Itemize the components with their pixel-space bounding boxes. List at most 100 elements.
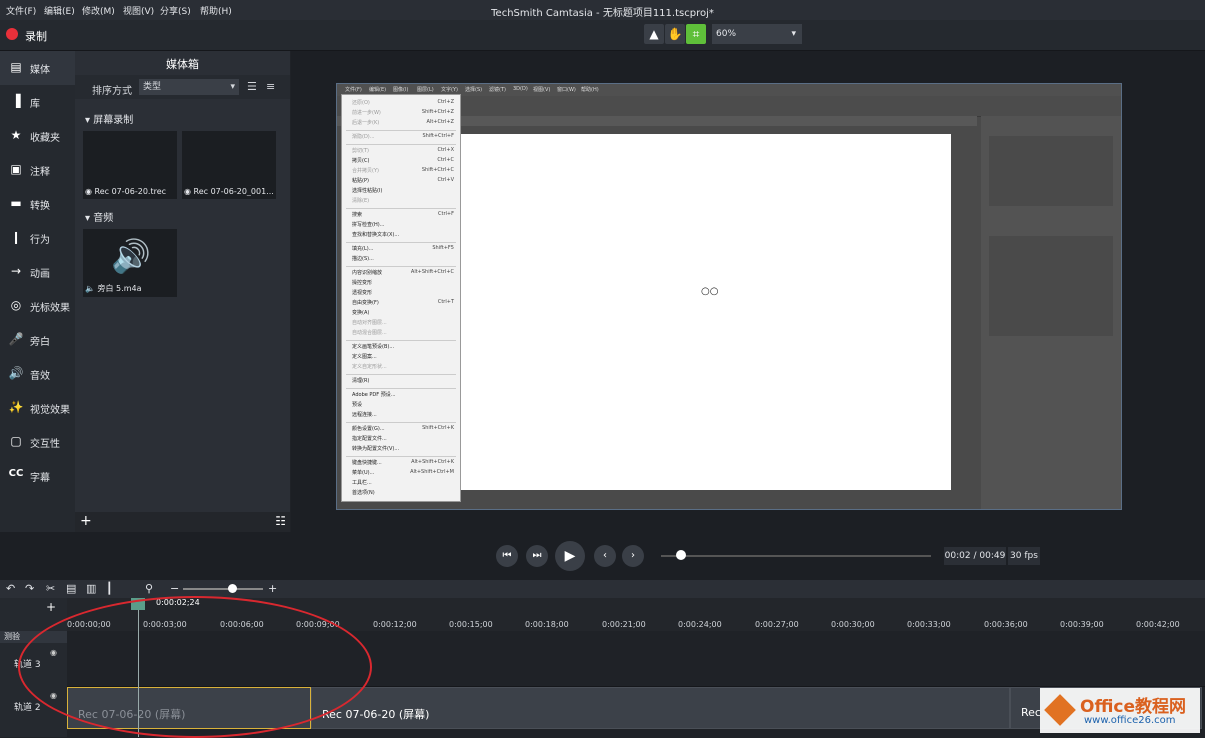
timeline-clip[interactable]: Rec 07-06-20 (屏幕) [311,687,1010,729]
step-back-icon[interactable]: ⏮ [496,545,518,567]
scrub-handle[interactable] [676,550,686,560]
ps-menu-separator [346,266,456,267]
ps-edit-menu-item[interactable]: 填充(L)... [352,245,373,252]
list-view-icon[interactable]: ☰ [247,80,257,93]
ps-edit-menu-item[interactable]: 自动混合图层... [352,329,387,336]
add-media-icon[interactable]: + [80,513,92,529]
ps-edit-menu-item[interactable]: 预设 [352,401,362,408]
zoom-icon[interactable]: ⚲ [145,582,153,595]
ps-edit-menu-item[interactable]: 操控变形 [352,279,372,286]
ps-shortcut-label: Ctrl+V [437,177,454,183]
nav-library[interactable]: ▐ 库 [0,85,75,119]
nav-audio-effects[interactable]: 🔊 音效 [0,357,75,391]
timeline-zoom-slider[interactable] [183,588,263,590]
ps-edit-menu-item[interactable]: 粘贴(P) [352,177,369,184]
ps-edit-menu-item[interactable]: 内容识别缩放 [352,269,382,276]
nav-favorites[interactable]: ★ 收藏夹 [0,119,75,153]
ps-edit-menu-item[interactable]: 清除(E) [352,197,369,204]
ps-edit-menu-item[interactable]: 透视变形 [352,289,372,296]
media-icon: ▤ [10,60,22,74]
ps-edit-menu-item[interactable]: 前进一步(W) [352,109,381,116]
section-screen-recordings[interactable]: ▾ 屏幕录制 [85,111,133,126]
nav-captions[interactable]: CC 字幕 [0,459,75,493]
ps-edit-menu-item[interactable]: 转换为配置文件(V)... [352,445,399,452]
ps-edit-menu-item[interactable]: 后退一步(K) [352,119,379,126]
ps-edit-menu-item[interactable]: 渐隐(D)... [352,133,375,140]
recording-preview[interactable]: 文件(F) 编辑(E) 图像(I) 图层(L) 文字(Y) 选择(S) 滤镜(T… [336,83,1122,510]
ps-edit-menu-item[interactable]: 定义画笔预设(B)... [352,343,394,350]
media-clip-thumbnail[interactable]: ◉ Rec 07-06-20.trec [83,131,177,199]
zoom-value: 60% [716,29,737,39]
tick-label: 0:00:36;00 [984,620,1028,629]
ps-edit-menu-item[interactable]: 查找和替换文本(X)... [352,231,399,238]
previous-icon[interactable]: ‹ [594,545,616,567]
pan-tool-icon[interactable]: ✋ [665,24,685,44]
record-icon[interactable] [6,28,18,40]
grid-view-icon[interactable]: ☷ [275,514,286,528]
ps-edit-menu-item[interactable]: 定义图案... [352,353,377,360]
ps-edit-menu-item[interactable]: 远程连接... [352,411,377,418]
ps-edit-menu-item[interactable]: 自动对齐图层... [352,319,387,326]
zoom-out-icon[interactable]: − [170,582,179,595]
ps-edit-menu-item[interactable]: 拼写检查(H)... [352,221,384,228]
split-icon[interactable]: ┃ [106,582,113,595]
sort-dropdown[interactable]: 类型 ▾ [139,79,239,95]
section-audio[interactable]: ▾ 音频 [85,209,113,224]
timeline-zoom-handle[interactable] [228,584,237,593]
nav-media[interactable]: ▤ 媒体 [0,51,75,85]
nav-animations[interactable]: → 动画 [0,255,75,289]
audio-clip-thumbnail[interactable]: 🔊 🔈 旁白 5.m4a [83,229,177,297]
ps-edit-menu-item[interactable]: 指定配置文件... [352,435,387,442]
ps-edit-menu-item[interactable]: 颜色设置(G)... [352,425,385,432]
ps-edit-menu-item[interactable]: 剪切(T) [352,147,369,154]
watermark-url: www.office26.com [1084,715,1176,726]
crop-tool-icon[interactable]: ⌗ [686,24,706,44]
ps-edit-menu-item[interactable]: 首选项(N) [352,489,375,496]
ps-edit-menu-item[interactable]: 菜单(U)... [352,469,374,476]
nav-cursor-effects[interactable]: ◎ 光标效果 [0,289,75,323]
ps-edit-menu-item[interactable]: 自由变换(F) [352,299,379,306]
select-tool-icon[interactable]: ▲ [644,24,664,44]
ps-edit-menu-item[interactable]: 搜索 [352,211,362,218]
preview-canvas[interactable]: 文件(F) 编辑(E) 图像(I) 图层(L) 文字(Y) 选择(S) 滤镜(T… [291,51,1205,532]
media-clip-caption: ◉ Rec 07-06-20_001... [184,187,274,196]
cut-icon[interactable]: ✂ [46,582,55,595]
captions-icon: CC [8,468,24,479]
ps-edit-menu-item[interactable]: 工具栏... [352,479,372,486]
nav-transitions[interactable]: ▬ 转换 [0,187,75,221]
ps-edit-menu-item[interactable]: 清理(R) [352,377,369,384]
step-forward-icon[interactable]: ⏭ [526,545,548,567]
nav-annotations[interactable]: ▣ 注释 [0,153,75,187]
paste-icon[interactable]: ▥ [86,582,96,595]
sort-bar: 排序方式 类型 ▾ ☰ ≡ [75,75,290,99]
record-button[interactable]: 录制 [25,28,47,44]
scrub-bar[interactable] [661,555,931,557]
copy-icon[interactable]: ▤ [66,582,76,595]
ps-edit-menu-item[interactable]: 选择性粘贴(I) [352,187,382,194]
play-button[interactable]: ▶ [555,541,585,571]
ps-edit-menu-item[interactable]: 合并拷贝(Y) [352,167,379,174]
sort-order-icon[interactable]: ≡ [266,80,275,93]
zoom-in-icon[interactable]: + [268,582,277,595]
ps-shortcut-label: Alt+Shift+Ctrl+M [410,469,454,475]
ps-shortcut-label: Shift+Ctrl+Z [421,109,454,115]
ps-edit-menu-item[interactable]: 定义自定形状... [352,363,387,370]
zoom-dropdown[interactable]: 60% ▾ [712,24,802,44]
redo-icon[interactable]: ↷ [25,582,34,595]
undo-icon[interactable]: ↶ [6,582,15,595]
nav-interactivity[interactable]: ▢ 交互性 [0,425,75,459]
tick-label: 0:00:18;00 [525,620,569,629]
ps-edit-menu-item[interactable]: 键盘快捷键... [352,459,382,466]
ps-edit-menu-item[interactable]: 还原(O) [352,99,370,106]
add-track-icon[interactable]: + [46,600,56,614]
ps-edit-menu-item[interactable]: Adobe PDF 预设... [352,391,396,398]
ps-edit-menu-item[interactable]: 描边(S)... [352,255,374,262]
nav-voice-narration[interactable]: 🎤 旁白 [0,323,75,357]
nav-behaviors[interactable]: ❙ 行为 [0,221,75,255]
next-icon[interactable]: › [622,545,644,567]
nav-visual-effects[interactable]: ✨ 视觉效果 [0,391,75,425]
ps-edit-menu-item[interactable]: 拷贝(C) [352,157,369,164]
ps-edit-menu-item[interactable]: 变换(A) [352,309,369,316]
media-clip-thumbnail[interactable]: ◉ Rec 07-06-20_001... [182,131,276,199]
ps-menu: 文字(Y) [441,87,458,93]
